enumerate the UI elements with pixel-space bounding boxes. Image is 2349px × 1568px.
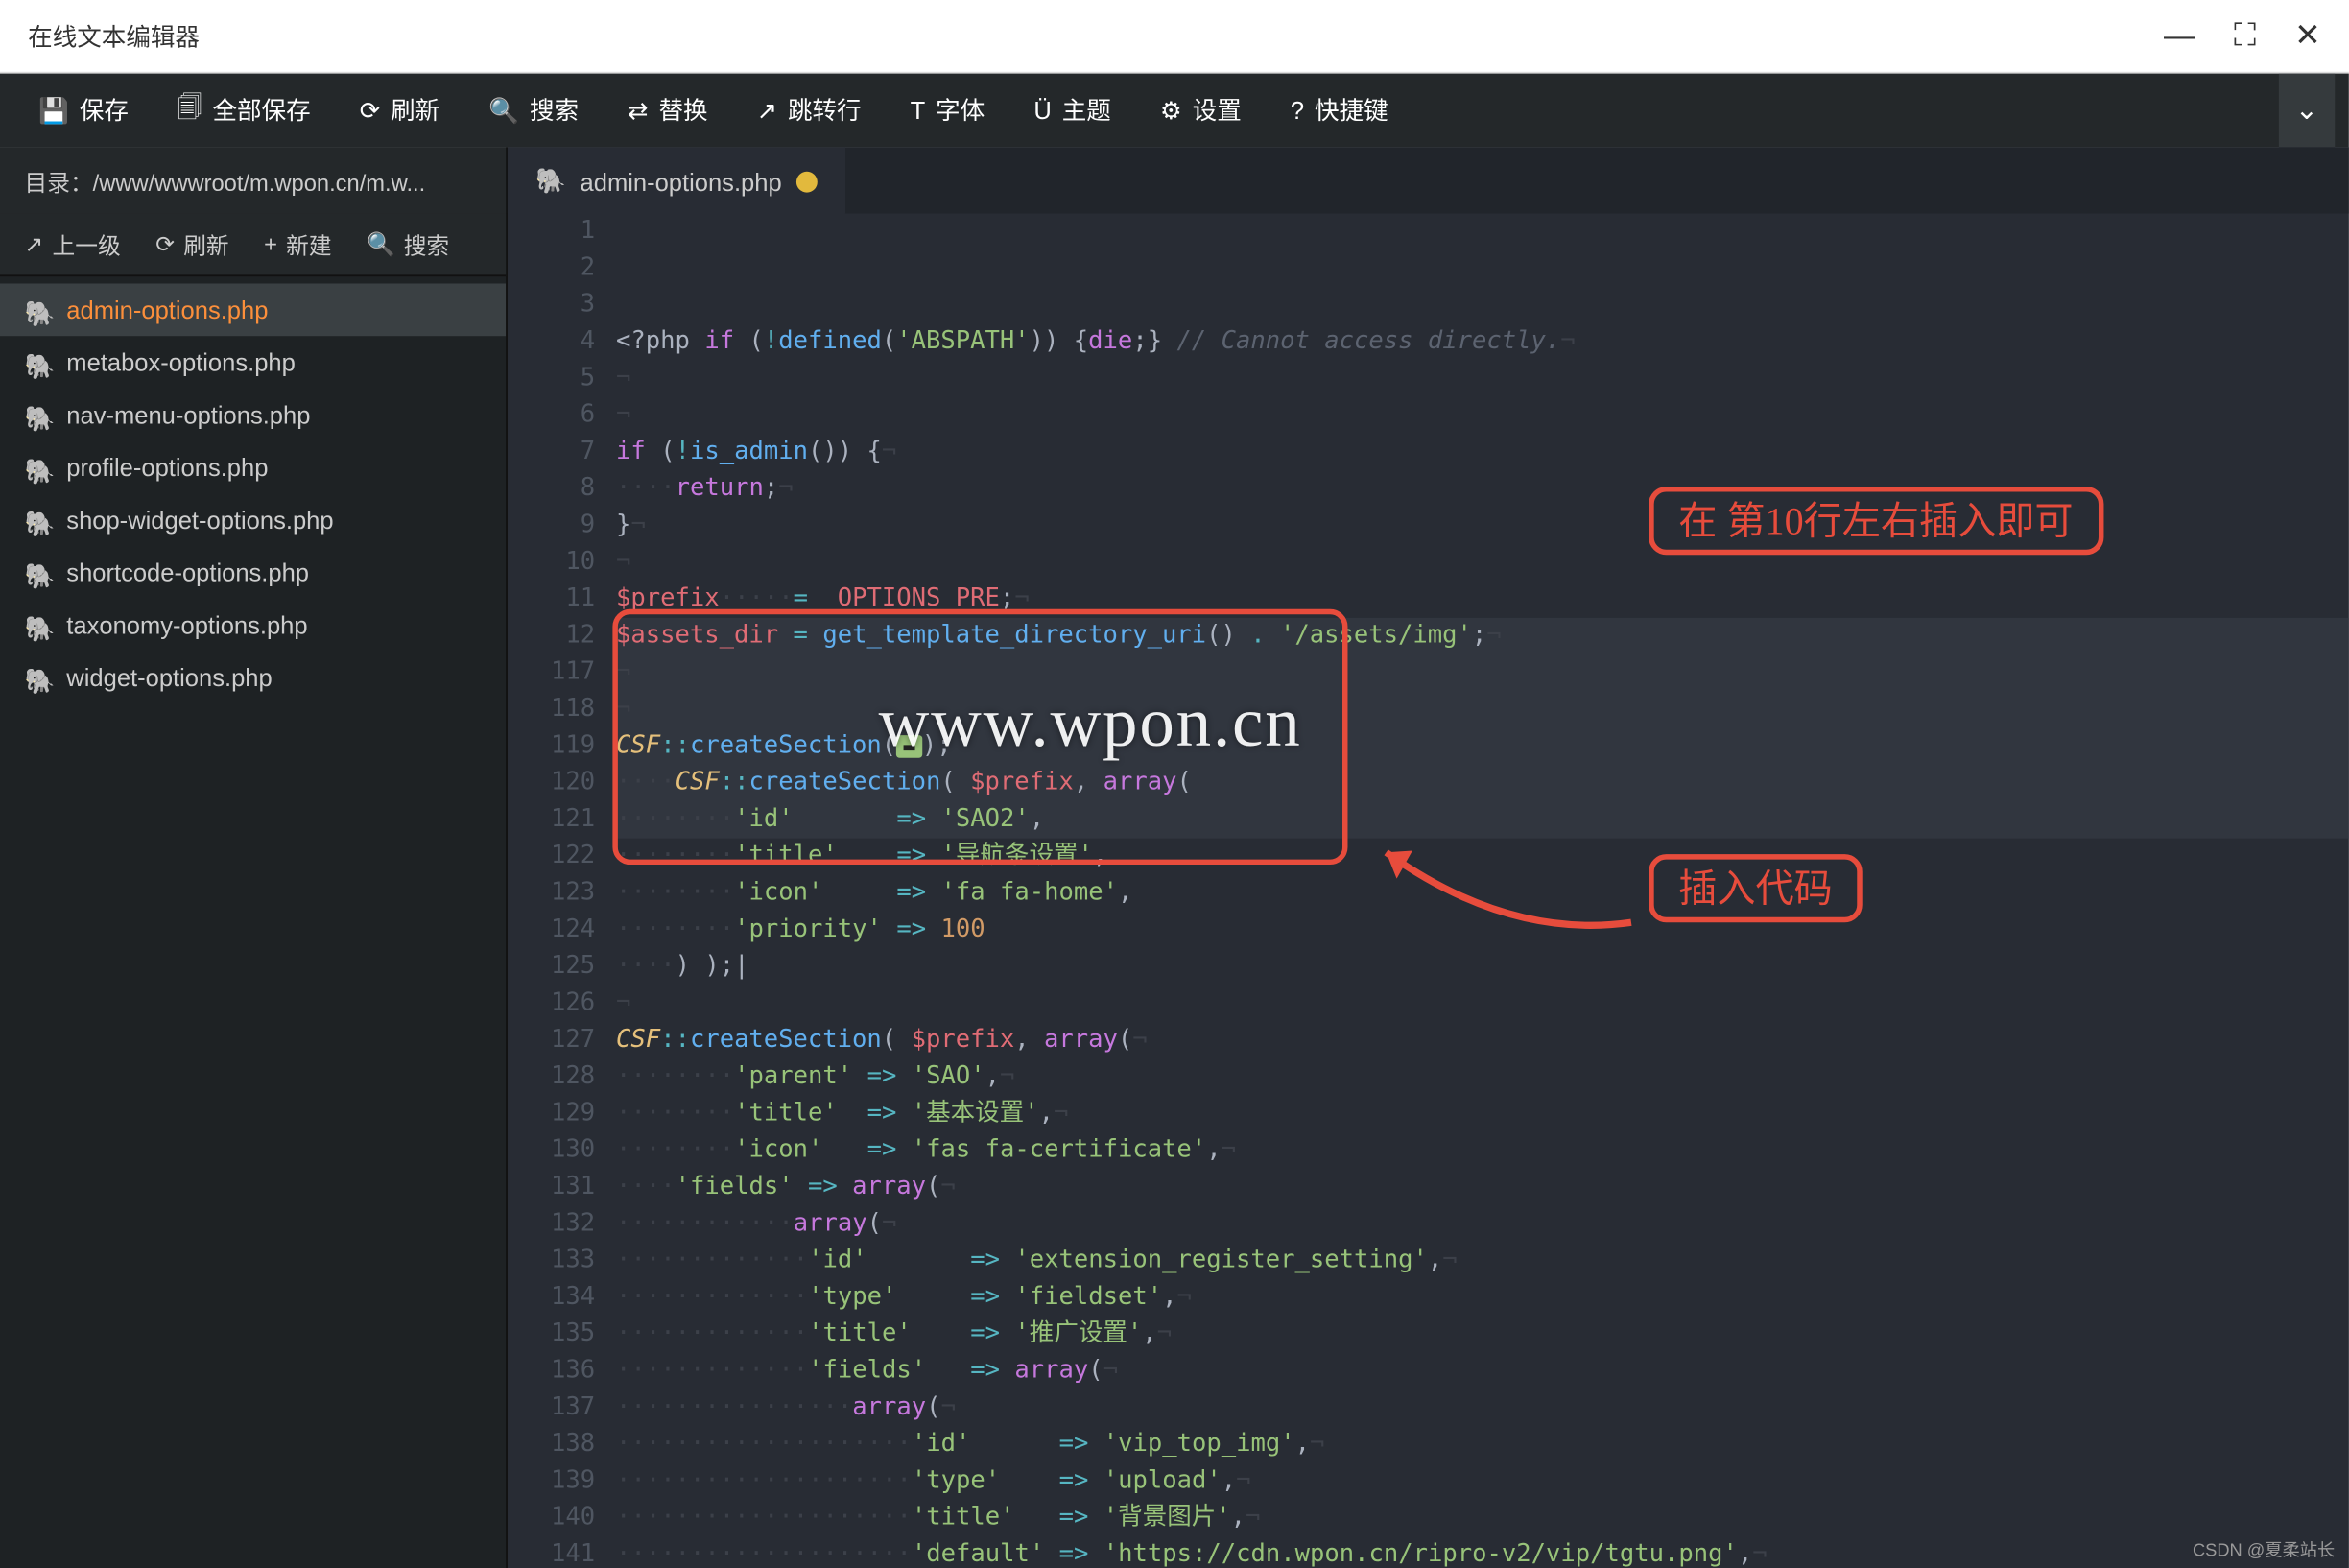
file-item[interactable]: 🐘shop-widget-options.php <box>0 493 506 546</box>
arrow-up-icon: ↗ <box>25 230 44 258</box>
chevron-down-icon: ⌄ <box>2295 93 2318 128</box>
goto-icon: ↗ <box>757 95 777 125</box>
file-item[interactable]: 🐘profile-options.php <box>0 441 506 494</box>
file-item[interactable]: 🐘taxonomy-options.php <box>0 599 506 652</box>
gear-icon: ⚙ <box>1160 95 1182 125</box>
replace-icon: ⇄ <box>628 95 648 125</box>
credit-text: CSDN @夏柔站长 <box>2193 1535 2335 1561</box>
window-title: 在线文本编辑器 <box>28 18 2164 53</box>
menu-settings[interactable]: ⚙设置 <box>1135 74 1266 148</box>
menu-save[interactable]: 💾保存 <box>14 74 154 148</box>
help-icon: ? <box>1291 96 1304 124</box>
theme-icon: Ü <box>1033 96 1051 124</box>
title-bar: 在线文本编辑器 — ⛶ ✕ <box>0 0 2349 74</box>
tab-bar: 🐘 admin-options.php <box>508 147 2349 213</box>
save-all-icon: 🗐 <box>178 89 202 131</box>
file-item[interactable]: 🐘metabox-options.php <box>0 336 506 389</box>
btn-refresh[interactable]: ⟳刷新 <box>138 227 247 261</box>
line-gutter: 1234567891011121171181191201211221231241… <box>508 214 616 1568</box>
annotation-insert-hint: 在 第10行左右插入即可 <box>1649 487 2102 555</box>
file-item[interactable]: 🐘nav-menu-options.php <box>0 389 506 441</box>
menu-refresh[interactable]: ⟳刷新 <box>335 74 463 148</box>
btn-search[interactable]: 🔍搜索 <box>349 227 467 261</box>
editor-pane: 🐘 admin-options.php ‹ 123456789101112117… <box>508 147 2349 1568</box>
save-icon: 💾 <box>38 95 69 125</box>
code-area[interactable]: ‹ 12345678910111211711811912012112212312… <box>508 214 2349 1568</box>
maximize-button[interactable]: ⛶ <box>2234 17 2256 54</box>
close-button[interactable]: ✕ <box>2294 17 2321 54</box>
plus-icon: + <box>264 231 277 257</box>
search-icon: 🔍 <box>367 230 395 258</box>
refresh-icon: ⟳ <box>155 230 175 258</box>
menu-bar: 💾保存 🗐全部保存 ⟳刷新 🔍搜索 ⇄替换 ↗跳转行 T字体 Ü主题 ⚙设置 ?… <box>0 74 2349 148</box>
path-bar: 目录：/www/wwwroot/m.wpon.cn/m.w... <box>0 147 506 213</box>
minimize-button[interactable]: — <box>2164 17 2195 54</box>
file-list: 🐘admin-options.php 🐘metabox-options.php … <box>0 276 506 1568</box>
php-icon: 🐘 <box>25 404 57 425</box>
php-icon: 🐘 <box>25 457 57 478</box>
annotation-insert-code: 插入代码 <box>1649 854 1863 922</box>
tab-label: admin-options.php <box>581 167 782 195</box>
menu-expand-button[interactable]: ⌄ <box>2279 74 2335 148</box>
annotation-arrow-icon <box>1351 826 1649 949</box>
code-content[interactable]: <?php if (!defined('ABSPATH')) {die;} //… <box>616 214 2349 1568</box>
php-icon: 🐘 <box>25 562 57 583</box>
php-icon: 🐘 <box>535 166 566 196</box>
php-icon: 🐘 <box>25 667 57 688</box>
btn-up-level[interactable]: ↗上一级 <box>7 227 138 261</box>
refresh-icon: ⟳ <box>360 95 380 125</box>
menu-replace[interactable]: ⇄替换 <box>604 74 732 148</box>
search-icon: 🔍 <box>488 95 519 125</box>
menu-shortcuts[interactable]: ?快捷键 <box>1266 74 1412 148</box>
btn-new[interactable]: +新建 <box>247 227 349 261</box>
file-item[interactable]: 🐘widget-options.php <box>0 652 506 704</box>
sidebar: 目录：/www/wwwroot/m.wpon.cn/m.w... ↗上一级 ⟳刷… <box>0 147 508 1568</box>
file-item[interactable]: 🐘shortcode-options.php <box>0 546 506 599</box>
menu-theme[interactable]: Ü主题 <box>1009 74 1136 148</box>
php-icon: 🐘 <box>25 510 57 531</box>
php-icon: 🐘 <box>25 614 57 635</box>
menu-save-all[interactable]: 🗐全部保存 <box>153 74 335 148</box>
font-icon: T <box>911 96 926 124</box>
menu-font[interactable]: T字体 <box>886 74 1009 148</box>
modified-indicator-icon <box>795 171 817 192</box>
menu-goto-line[interactable]: ↗跳转行 <box>732 74 886 148</box>
php-icon: 🐘 <box>25 352 57 373</box>
menu-search[interactable]: 🔍搜索 <box>464 74 604 148</box>
editor-tab[interactable]: 🐘 admin-options.php <box>508 147 844 213</box>
sidebar-toolbar: ↗上一级 ⟳刷新 +新建 🔍搜索 <box>0 214 506 277</box>
php-icon: 🐘 <box>25 299 57 321</box>
annotation-code-box <box>612 609 1347 865</box>
file-item[interactable]: 🐘admin-options.php <box>0 283 506 336</box>
